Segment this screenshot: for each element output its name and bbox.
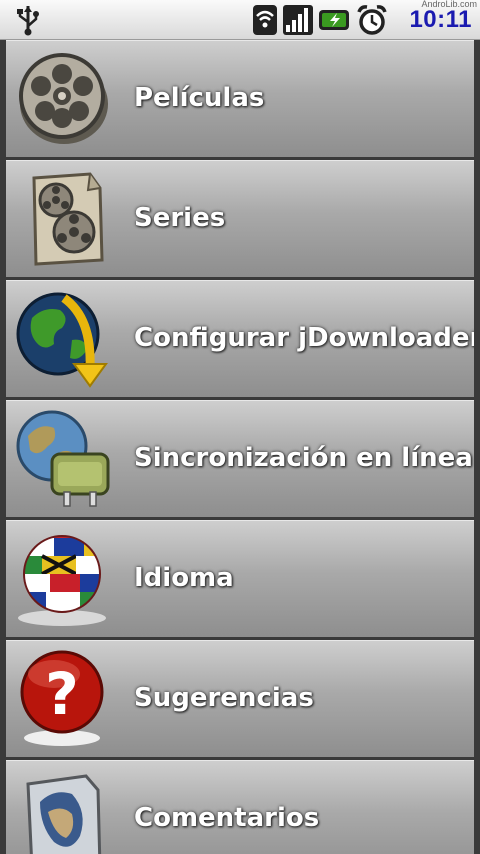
menu-item-label: Películas <box>134 83 265 113</box>
menu-item-series[interactable]: Series <box>6 160 474 277</box>
flags-globe-icon <box>14 528 114 628</box>
status-clock: 10:11 <box>409 6 472 33</box>
menu-item-label: Configurar jDownloader <box>134 323 474 353</box>
question-mark-icon: ? <box>14 648 114 748</box>
globe-download-arrow-icon <box>14 288 114 388</box>
menu-item-label: Sincronización en línea <box>134 443 473 473</box>
menu-item-sugerencias[interactable]: ? Sugerencias <box>6 640 474 757</box>
menu-item-label: Sugerencias <box>134 683 314 713</box>
globe-plug-icon <box>14 408 114 508</box>
battery-charging-icon <box>319 10 349 30</box>
usb-icon <box>17 6 39 36</box>
svg-text:?: ? <box>45 660 79 728</box>
menu-item-comentarios[interactable]: Comentarios <box>6 760 474 854</box>
signal-icon <box>283 5 313 35</box>
menu-item-label: Series <box>134 203 226 233</box>
menu-item-label: Comentarios <box>134 803 320 833</box>
menu-item-configurar-jdownloader[interactable]: Configurar jDownloader <box>6 280 474 397</box>
wifi-icon <box>253 5 277 35</box>
main-menu: Películas Series Configurar jDownloader … <box>6 40 474 854</box>
menu-item-peliculas[interactable]: Películas <box>6 40 474 157</box>
status-bar: AndroLib.com 10:11 <box>0 0 480 40</box>
menu-item-sincronizacion[interactable]: Sincronización en línea <box>6 400 474 517</box>
menu-item-label: Idioma <box>134 563 234 593</box>
alarm-clock-icon <box>357 5 387 35</box>
film-reel-icon <box>14 48 114 148</box>
film-reels-paper-icon <box>14 168 114 268</box>
quill-paper-icon <box>14 768 114 854</box>
menu-item-idioma[interactable]: Idioma <box>6 520 474 637</box>
